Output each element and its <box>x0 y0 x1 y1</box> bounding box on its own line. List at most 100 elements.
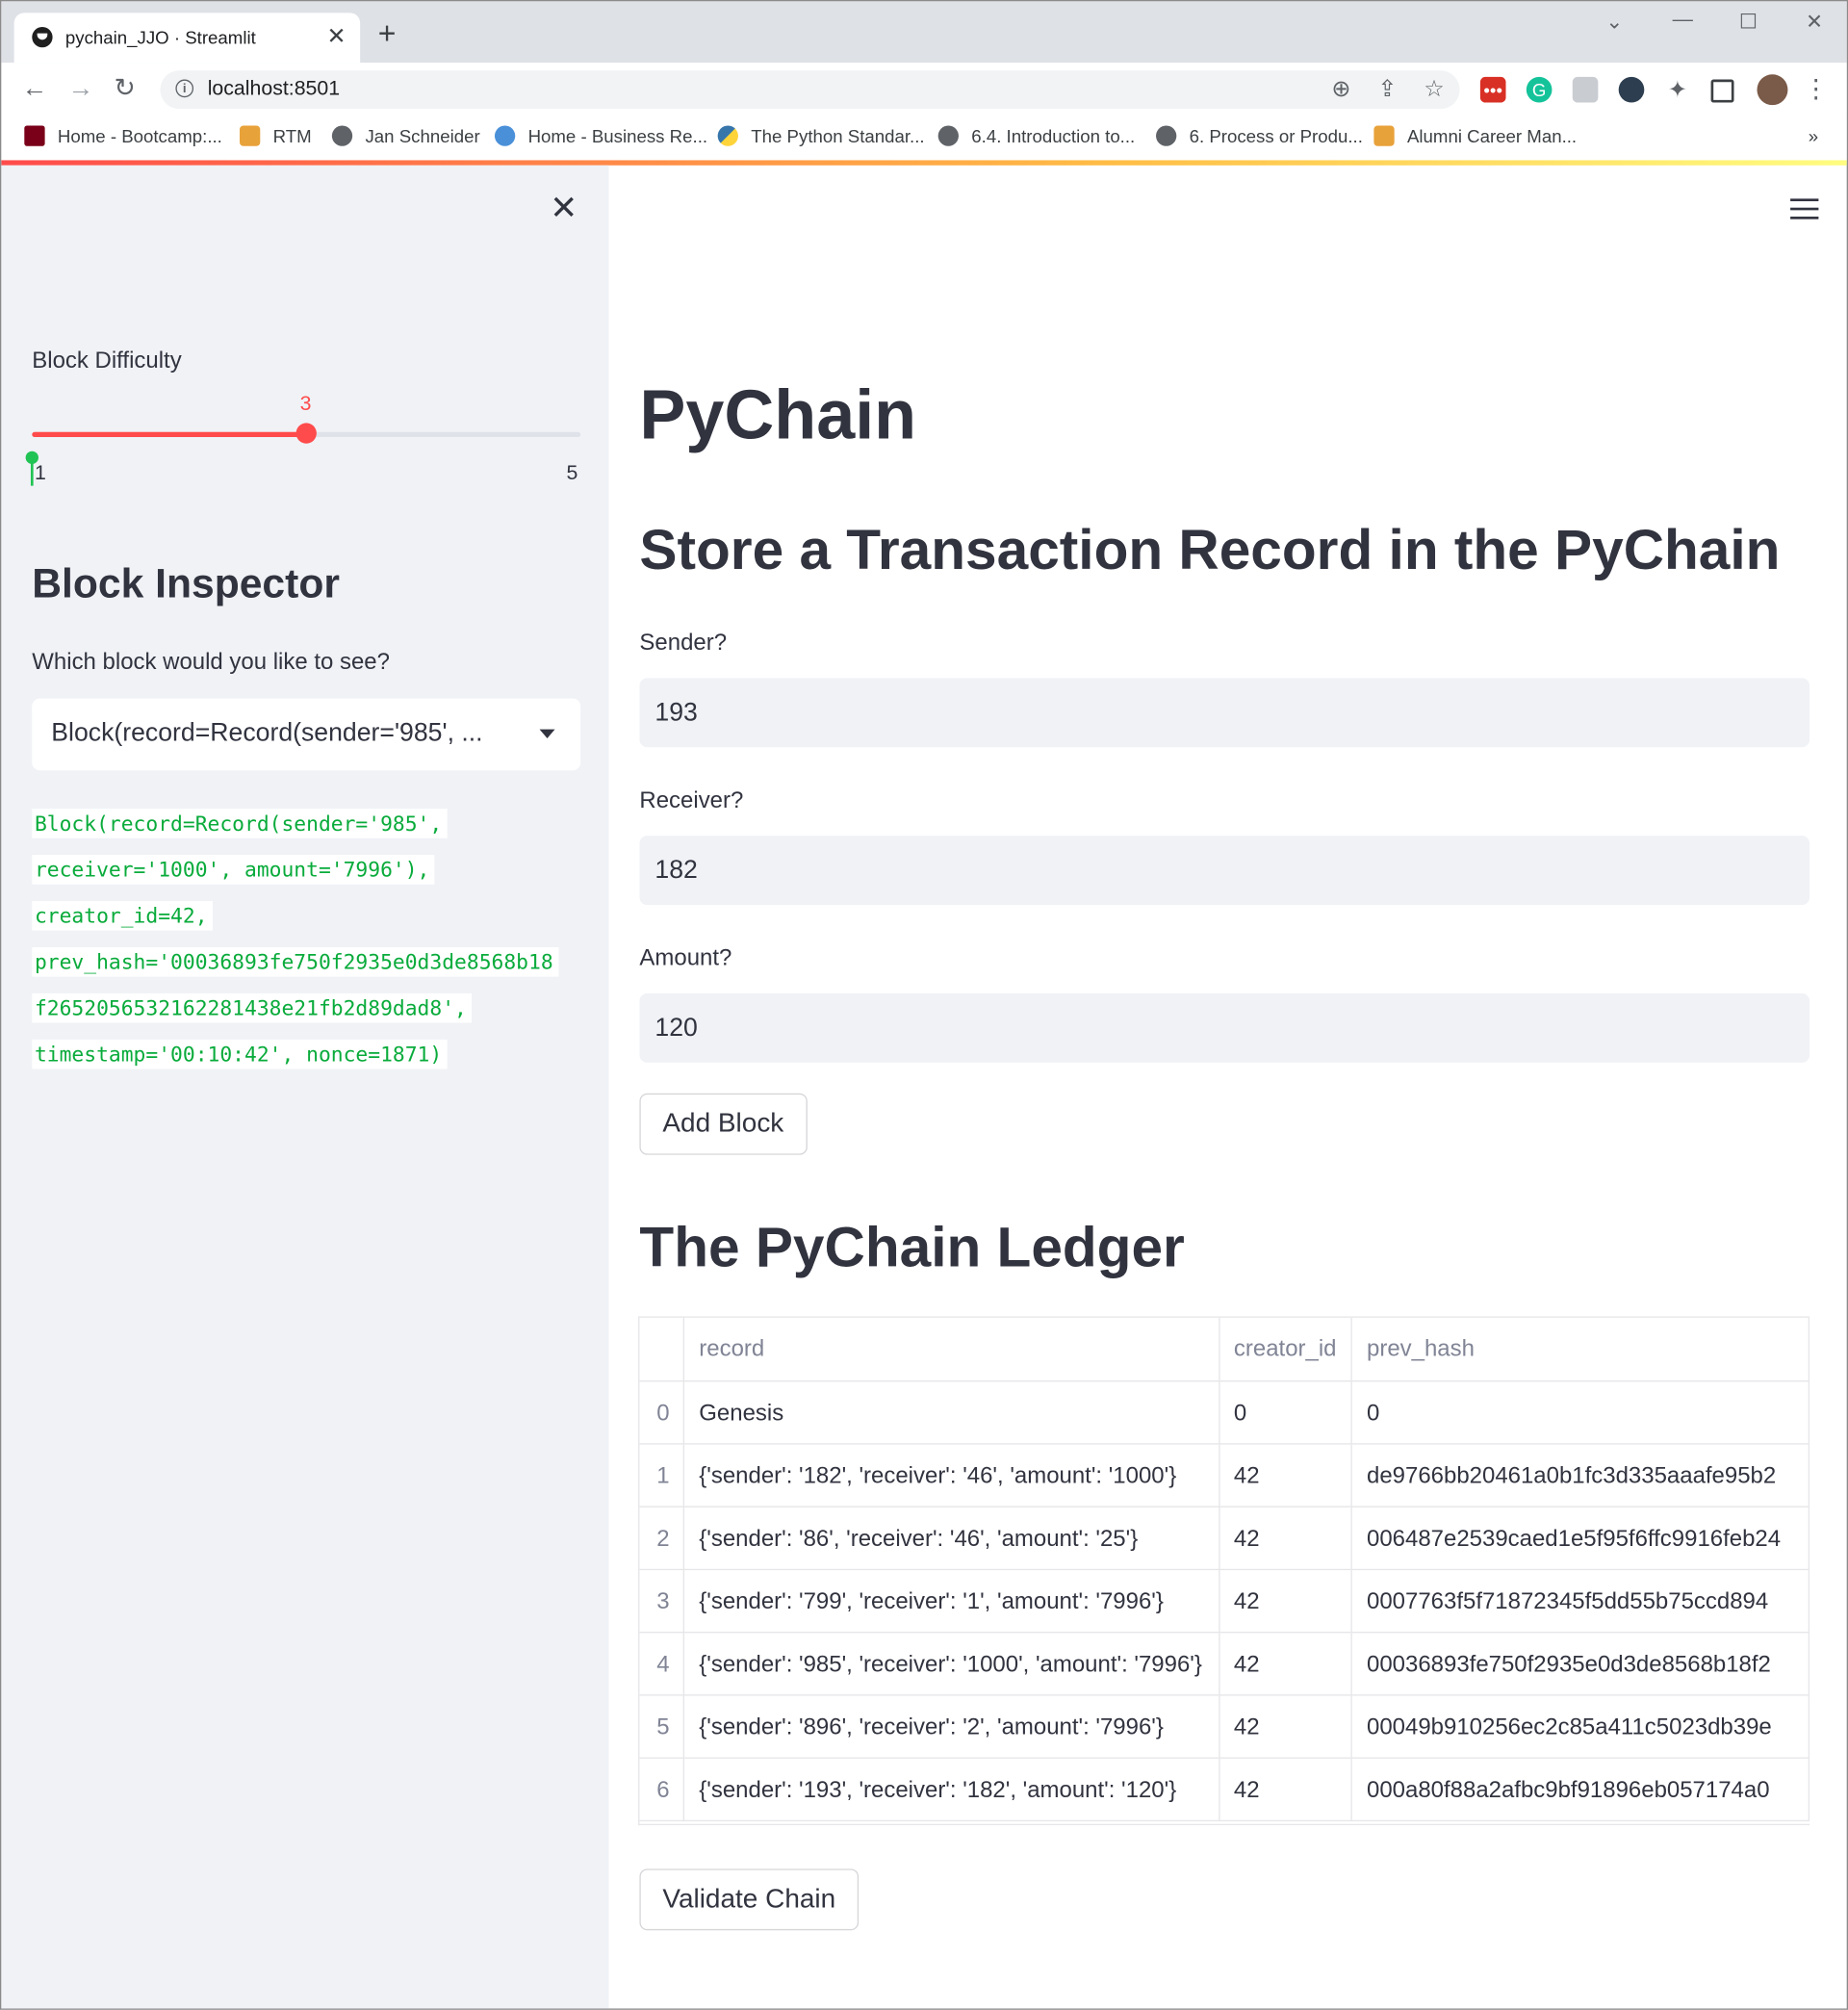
browser-toolbar: ← → ↻ i localhost:8501 ⊕ ⇪ ☆ <box>1 63 1847 117</box>
bookmark-item[interactable]: 6. Process or Produ... <box>1156 125 1363 146</box>
creator-id-cell[interactable]: 42 <box>1218 1631 1353 1696</box>
table-row: 6 {'sender': '193', 'receiver': '182', 'a… <box>639 1757 1810 1822</box>
tab-search-icon[interactable]: ⌄ <box>1605 9 1623 35</box>
record-cell[interactable]: {'sender': '86', 'receiver': '46', 'amou… <box>683 1506 1220 1571</box>
record-cell[interactable]: {'sender': '985', 'receiver': '1000', 'a… <box>683 1631 1220 1696</box>
sidebar: ✕ Block Difficulty 3 1 5 Block Inspector… <box>1 165 609 2009</box>
row-index[interactable]: 5 <box>639 1694 685 1759</box>
cloud-icon <box>494 125 516 146</box>
reload-icon[interactable]: ↻ <box>115 74 136 102</box>
validate-chain-button[interactable]: Validate Chain <box>639 1868 860 1931</box>
minimize-icon[interactable]: — <box>1673 9 1693 32</box>
creator-id-cell[interactable]: 42 <box>1218 1506 1353 1571</box>
column-header-prev-hash[interactable]: prev_hash <box>1351 1317 1810 1382</box>
prev-hash-cell[interactable]: 000a80f88a2afbc9bf91896eb057174a0 <box>1351 1757 1810 1822</box>
creator-id-cell[interactable]: 42 <box>1218 1568 1353 1634</box>
browser-tab-strip: pychain_JJO · Streamlit ✕ + ⌄ — ☐ ✕ <box>1 1 1847 64</box>
globe-icon <box>1156 125 1177 146</box>
bookmark-item[interactable]: 6.4. Introduction to... <box>937 125 1135 146</box>
share-icon[interactable]: ⇪ <box>1377 76 1397 103</box>
lastpass-extension-icon[interactable]: ••• <box>1479 76 1506 103</box>
difficulty-slider[interactable] <box>32 423 581 444</box>
profile-avatar[interactable] <box>1757 74 1788 106</box>
grammarly-extension-icon[interactable]: G <box>1526 76 1553 103</box>
prev-hash-cell[interactable]: de9766bb20461a0b1fc3d335aaafe95b2 <box>1351 1443 1810 1508</box>
ledger-table[interactable]: record creator_id prev_hash 0 Genesis 0 0 1{… <box>638 1316 1810 1826</box>
prev-hash-cell[interactable]: 006487e2539caed1e5f95f6ffc9916feb24 <box>1351 1506 1810 1571</box>
record-cell[interactable]: {'sender': '896', 'receiver': '2', 'amou… <box>683 1694 1220 1759</box>
bookmark-item[interactable]: Jan Schneider <box>331 125 480 146</box>
amount-input[interactable] <box>639 992 1810 1063</box>
bookmark-item[interactable]: The Python Standar... <box>717 125 925 146</box>
close-sidebar-icon[interactable]: ✕ <box>550 191 578 224</box>
maximize-icon[interactable]: ☐ <box>1739 9 1758 35</box>
new-tab-icon[interactable]: + <box>378 18 397 50</box>
address-bar[interactable]: i localhost:8501 ⊕ ⇪ ☆ <box>160 70 1460 110</box>
table-row: 1 {'sender': '182', 'receiver': '46', 'am… <box>639 1443 1810 1508</box>
prev-hash-cell[interactable]: 00036893fe750f2935e0d3de8568b18f2 <box>1351 1631 1810 1696</box>
slider-thumb[interactable] <box>295 423 317 444</box>
slider-label: Block Difficulty <box>32 347 182 374</box>
bookmark-item[interactable]: RTM <box>239 125 312 146</box>
row-index[interactable]: 6 <box>639 1757 685 1822</box>
bookmarks-bar: Home - Bootcamp:... RTM Jan Schneider Ho… <box>1 116 1847 161</box>
record-cell[interactable]: {'sender': '799', 'receiver': '1', 'amou… <box>683 1568 1220 1634</box>
zoom-icon[interactable]: ⊕ <box>1331 76 1350 103</box>
window-close-icon[interactable]: ✕ <box>1806 9 1823 35</box>
forward-icon[interactable]: → <box>68 74 94 102</box>
slider-current-value: 3 <box>299 393 312 416</box>
url-text[interactable]: localhost:8501 <box>208 78 340 101</box>
creator-id-cell[interactable]: 42 <box>1218 1757 1353 1822</box>
chrome-menu-icon[interactable]: ⋮ <box>1803 77 1829 103</box>
prev-hash-cell[interactable]: 0007763f5f71872345f5dd55b75ccd894 <box>1351 1568 1810 1634</box>
prev-hash-cell[interactable]: 00049b910256ec2c85a411c5023db39e <box>1351 1694 1810 1759</box>
tab-close-icon[interactable]: ✕ <box>327 23 346 49</box>
university-logo-icon <box>24 125 45 146</box>
block-select[interactable]: Block(record=Record(sender='985', ... <box>32 698 581 771</box>
slider-max-label: 5 <box>566 462 578 485</box>
extension-icon[interactable] <box>1572 76 1599 103</box>
site-info-icon[interactable]: i <box>175 79 194 98</box>
table-row: 4 {'sender': '985', 'receiver': '1000', '… <box>639 1631 1810 1696</box>
chevron-down-icon[interactable] <box>539 729 555 738</box>
table-row: 5 {'sender': '896', 'receiver': '2', 'amo… <box>639 1694 1810 1759</box>
sender-input[interactable] <box>639 678 1810 748</box>
prev-hash-cell[interactable]: 0 <box>1351 1380 1810 1445</box>
shield-icon <box>1373 125 1395 146</box>
bookmark-star-icon[interactable]: ☆ <box>1424 76 1444 103</box>
bookmark-item[interactable]: Home - Business Re... <box>494 125 707 146</box>
add-block-button[interactable]: Add Block <box>639 1093 808 1155</box>
creator-id-cell[interactable]: 42 <box>1218 1443 1353 1508</box>
back-icon[interactable]: ← <box>22 74 48 102</box>
column-header-record[interactable]: record <box>683 1317 1220 1382</box>
row-index[interactable]: 2 <box>639 1506 685 1571</box>
row-index[interactable]: 0 <box>639 1380 685 1445</box>
browser-tab[interactable]: pychain_JJO · Streamlit ✕ <box>13 13 361 64</box>
record-cell[interactable]: {'sender': '182', 'receiver': '46', 'amo… <box>683 1443 1220 1508</box>
row-index[interactable]: 4 <box>639 1631 685 1696</box>
bookmark-item[interactable]: Alumni Career Man... <box>1373 125 1577 146</box>
record-cell[interactable]: {'sender': '193', 'receiver': '182', 'am… <box>683 1757 1220 1822</box>
shield-icon <box>239 125 261 146</box>
record-cell[interactable]: Genesis <box>683 1380 1220 1445</box>
globe-icon <box>937 125 959 146</box>
creator-id-cell[interactable]: 0 <box>1218 1380 1353 1445</box>
puzzle-extensions-icon[interactable]: ✦ <box>1665 77 1691 103</box>
receiver-input[interactable] <box>639 836 1810 906</box>
slider-min-label: 1 <box>34 462 46 485</box>
more-bookmarks-icon[interactable]: » <box>1809 125 1818 145</box>
block-select-value[interactable]: Block(record=Record(sender='985', ... <box>51 719 512 749</box>
column-header-creator-id[interactable]: creator_id <box>1218 1317 1353 1382</box>
row-index[interactable]: 3 <box>639 1568 685 1634</box>
form-heading: Store a Transaction Record in the PyChai… <box>639 519 1781 582</box>
code-line: receiver='1000', amount='7996'), <box>32 855 435 885</box>
row-index[interactable]: 1 <box>639 1443 685 1508</box>
main-menu-icon[interactable] <box>1790 198 1819 225</box>
ledger-heading: The PyChain Ledger <box>639 1216 1185 1279</box>
side-panel-icon[interactable] <box>1710 79 1734 103</box>
planet-extension-icon[interactable] <box>1618 76 1645 103</box>
creator-id-cell[interactable]: 42 <box>1218 1694 1353 1759</box>
bookmark-item[interactable]: Home - Bootcamp:... <box>24 125 222 146</box>
streamlit-favicon-icon <box>32 26 53 48</box>
tab-title: pychain_JJO · Streamlit <box>64 26 256 48</box>
